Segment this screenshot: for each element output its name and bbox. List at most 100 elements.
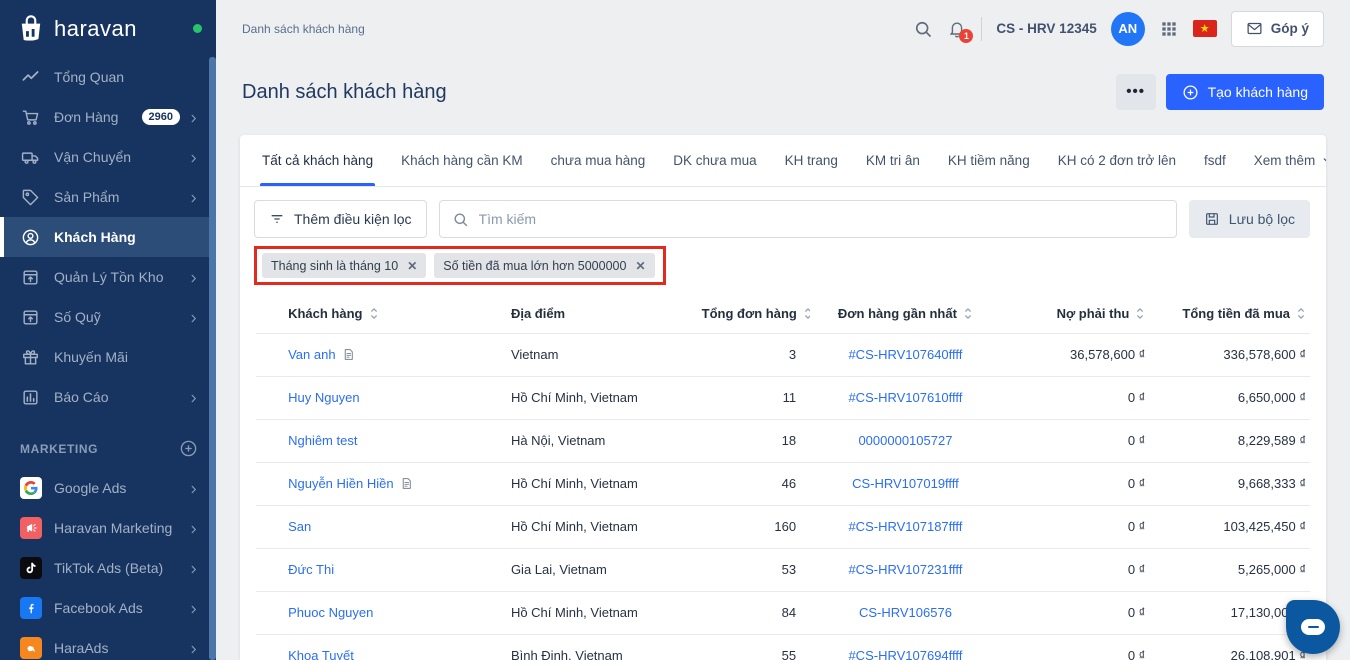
tab-1[interactable]: Tất cả khách hàng <box>248 135 387 186</box>
tab-3[interactable]: chưa mua hàng <box>537 135 660 186</box>
table-row: Đức Thi Gia Lai, Vietnam 53 #CS-HRV107231ff… <box>256 547 1310 591</box>
logo[interactable]: haravan <box>0 0 216 57</box>
haraads-icon <box>20 637 42 659</box>
sidebar-item-cashbox[interactable]: Số Quỹ <box>0 297 216 337</box>
sort-icon[interactable] <box>369 306 379 321</box>
sidebar-item-facebook[interactable]: Facebook Ads <box>0 588 216 628</box>
page-header: Danh sách khách hàng ••• Tạo khách hàng <box>216 57 1350 135</box>
search-input[interactable] <box>478 211 1164 227</box>
table-row: Huy Nguyen Hồ Chí Minh, Vietnam 11 #CS-HRV1… <box>256 375 1310 419</box>
last-order-link[interactable]: 0000000105727 <box>858 433 952 448</box>
last-order-link[interactable]: CS-HRV106576 <box>859 605 952 620</box>
sidebar-item-label: Báo Cáo <box>54 389 109 405</box>
search-field[interactable] <box>438 200 1177 238</box>
customer-name-link[interactable]: Đức Thi <box>288 562 334 577</box>
search-icon[interactable] <box>913 19 933 39</box>
sidebar-item-tiktok[interactable]: TikTok Ads (Beta) <box>0 548 216 588</box>
notifications-bell-icon[interactable]: 1 <box>947 19 974 43</box>
tab-5[interactable]: KH trang <box>771 135 852 186</box>
add-filter-condition-button[interactable]: Thêm điều kiện lọc <box>254 200 427 238</box>
last-order-link[interactable]: #CS-HRV107610ffff <box>848 390 962 405</box>
avatar[interactable]: AN <box>1110 11 1145 46</box>
sort-icon[interactable] <box>963 306 973 321</box>
customer-name-link[interactable]: Phuoc Nguyen <box>288 605 373 620</box>
receivable-cell: 0 ₫ <box>1000 504 1150 548</box>
column-header[interactable]: Tổng đơn hàng <box>698 295 811 333</box>
total-orders-cell: 53 <box>697 547 811 591</box>
customer-name-link[interactable]: Nghiêm test <box>288 433 357 448</box>
chevron-right-icon <box>188 111 200 123</box>
page-title: Danh sách khách hàng <box>242 80 447 103</box>
chevron-right-icon <box>188 391 200 403</box>
apps-grid-icon[interactable] <box>1159 19 1179 39</box>
sidebar-item-truck[interactable]: Vận Chuyển <box>0 137 216 177</box>
inventory-icon <box>20 267 40 287</box>
create-customer-button[interactable]: Tạo khách hàng <box>1165 74 1324 110</box>
more-actions-button[interactable]: ••• <box>1115 74 1156 110</box>
column-header[interactable]: Nợ phải thu <box>1001 295 1150 333</box>
sidebar-item-google-ads[interactable]: Google Ads <box>0 468 216 508</box>
column-header[interactable]: Khách hàng <box>284 295 507 333</box>
column-header-label: Nợ phải thu <box>1056 306 1130 322</box>
tab-2[interactable]: Khách hàng cần KM <box>387 135 537 186</box>
haravan-logo-icon <box>14 12 48 46</box>
customer-name-link[interactable]: San <box>288 519 311 534</box>
sidebar-item-label: Haravan Marketing <box>54 520 173 536</box>
sort-icon[interactable] <box>1296 306 1306 321</box>
tab-4[interactable]: DK chưa mua <box>659 135 770 186</box>
column-header[interactable]: Đơn hàng gần nhất <box>810 295 1001 333</box>
haravan-marketing-icon <box>20 517 42 539</box>
location-cell: Hà Nội, Vietnam <box>506 418 698 462</box>
add-marketing-channel-icon[interactable] <box>179 439 198 458</box>
tab-see-more[interactable]: Xem thêm <box>1240 135 1326 186</box>
location-cell: Bình Định, Vietnam <box>506 633 698 660</box>
table-row: Van anh Vietnam 3 #CS-HRV107640ffff 36,578,6… <box>256 332 1310 376</box>
remove-filter-icon[interactable]: ✕ <box>635 259 645 273</box>
remove-filter-icon[interactable]: ✕ <box>407 259 417 273</box>
chat-bubble-icon <box>1301 619 1325 635</box>
tab-7[interactable]: KH tiềm năng <box>934 135 1044 186</box>
sort-icon[interactable] <box>803 306 811 321</box>
logo-text: haravan <box>54 15 138 41</box>
sidebar-item-cart[interactable]: Đơn Hàng 2960 <box>0 97 216 137</box>
chat-fab[interactable] <box>1286 600 1340 654</box>
save-filter-button[interactable]: Lưu bộ lọc <box>1188 200 1310 238</box>
chevron-right-icon <box>188 311 200 323</box>
sidebar-item-chart-line[interactable]: Tổng Quan <box>0 57 216 97</box>
last-order-link[interactable]: #CS-HRV107694ffff <box>848 648 962 660</box>
sidebar-item-tag[interactable]: Sản Phẩm <box>0 177 216 217</box>
sidebar-item-gift[interactable]: Khuyến Mãi <box>0 337 216 377</box>
sidebar-item-report[interactable]: Báo Cáo <box>0 377 216 417</box>
last-order-link[interactable]: CS-HRV107019ffff <box>852 476 959 491</box>
last-order-link[interactable]: #CS-HRV107231ffff <box>848 562 962 577</box>
sidebar-item-label: Tổng Quan <box>54 69 125 85</box>
sidebar-item-haraads[interactable]: HaraAds <box>0 628 216 660</box>
feedback-button[interactable]: Góp ý <box>1230 10 1324 47</box>
sort-icon[interactable] <box>1135 306 1145 321</box>
last-order-link[interactable]: #CS-HRV107640ffff <box>848 347 962 362</box>
sidebar-item-inventory[interactable]: Quản Lý Tồn Kho <box>0 257 216 297</box>
last-order-link[interactable]: #CS-HRV107187ffff <box>848 519 962 534</box>
sidebar-item-customer[interactable]: Khách Hàng <box>0 217 216 257</box>
note-icon <box>400 477 413 490</box>
location-cell: Vietnam <box>506 332 698 376</box>
tab-6[interactable]: KM tri ân <box>852 135 934 186</box>
customer-name-link[interactable]: Huy Nguyen <box>288 390 360 405</box>
total-spent-cell: 9,668,333 ₫ <box>1149 461 1310 505</box>
breadcrumb[interactable]: Danh sách khách hàng <box>242 22 365 36</box>
total-spent-cell: 26,108,901 ₫ <box>1149 633 1310 660</box>
customer-name-link[interactable]: Nguyễn Hiền Hiền <box>288 476 394 491</box>
vietnam-flag-icon[interactable]: ★ <box>1192 20 1217 37</box>
customer-name-link[interactable]: Khoa Tuyết <box>288 648 354 660</box>
total-spent-cell: 103,425,450 ₫ <box>1149 504 1310 548</box>
customer-name-link[interactable]: Van anh <box>288 347 335 362</box>
column-header[interactable]: Tổng tiền đã mua <box>1149 295 1310 333</box>
truck-icon <box>20 147 40 167</box>
sidebar-item-haravan-marketing[interactable]: Haravan Marketing <box>0 508 216 548</box>
receivable-cell: 0 ₫ <box>1000 375 1150 419</box>
chevron-right-icon <box>188 562 200 574</box>
report-icon <box>20 387 40 407</box>
tab-8[interactable]: KH có 2 đơn trở lên <box>1044 135 1190 186</box>
sidebar-scrollbar[interactable] <box>209 57 216 660</box>
tab-9[interactable]: fsdf <box>1190 135 1240 186</box>
